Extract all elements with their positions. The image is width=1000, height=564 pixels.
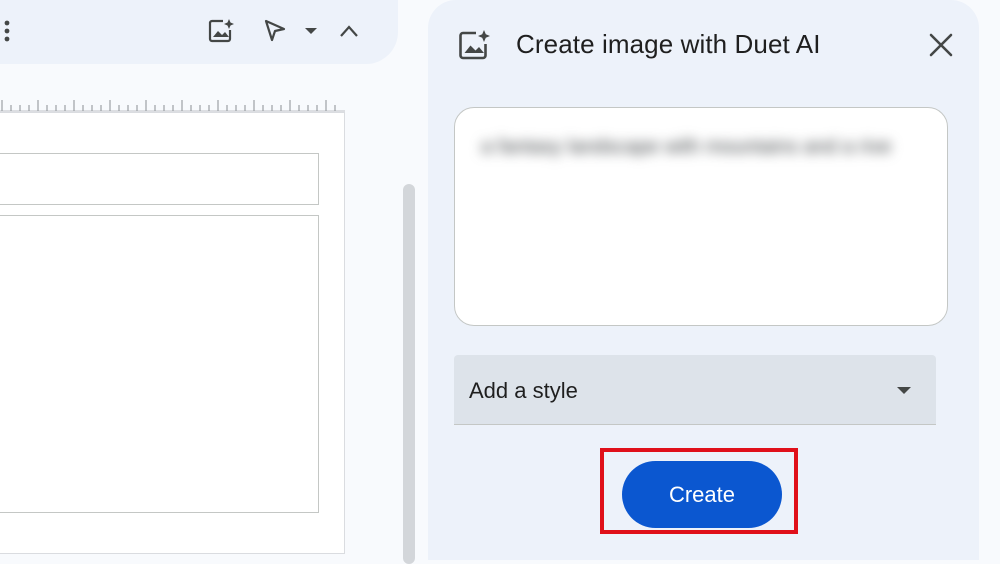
style-dropdown-label: Add a style xyxy=(469,378,578,403)
close-button[interactable] xyxy=(922,26,960,64)
vertical-scrollbar[interactable] xyxy=(403,184,415,564)
editor-toolbar xyxy=(0,0,398,64)
slide-title-placeholder[interactable] xyxy=(0,153,319,205)
prompt-input[interactable]: a fantasy landscape with mountains and a… xyxy=(454,107,948,326)
prompt-text: a fantasy landscape with mountains and a… xyxy=(481,136,891,158)
style-dropdown[interactable]: Add a style xyxy=(454,355,936,425)
horizontal-ruler xyxy=(0,100,345,112)
image-sparkle-icon xyxy=(459,30,490,60)
image-sparkle-icon[interactable] xyxy=(206,16,236,46)
chevron-up-icon[interactable] xyxy=(334,16,364,46)
close-icon xyxy=(929,33,953,57)
create-button[interactable]: Create xyxy=(622,461,782,528)
slide-body-placeholder[interactable] xyxy=(0,215,319,513)
caret-down-icon[interactable] xyxy=(296,16,326,46)
more-vert-icon[interactable] xyxy=(4,20,10,42)
panel-title: Create image with Duet AI xyxy=(516,29,821,59)
caret-down-icon xyxy=(897,387,911,394)
pointer-icon[interactable] xyxy=(260,16,290,46)
